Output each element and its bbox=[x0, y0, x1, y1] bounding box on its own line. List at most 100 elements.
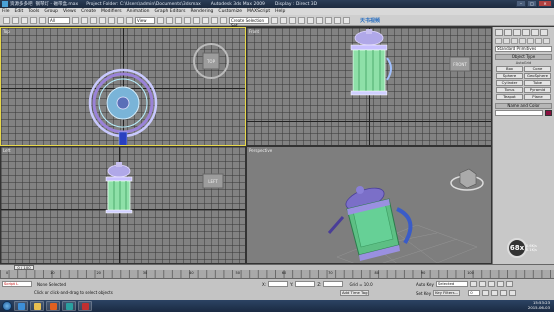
next-frame-icon[interactable] bbox=[496, 281, 504, 287]
maximize-button[interactable]: □ bbox=[527, 0, 537, 7]
motion-tab-icon[interactable] bbox=[522, 29, 530, 36]
menu-group[interactable]: Group bbox=[44, 9, 58, 14]
tube-button[interactable]: Tube bbox=[524, 80, 551, 86]
angle-snap-icon[interactable] bbox=[193, 16, 200, 24]
z-coordinate-field[interactable] bbox=[323, 281, 344, 287]
menu-file[interactable]: File bbox=[2, 9, 10, 14]
auto-key-label[interactable]: Auto Key bbox=[416, 282, 434, 287]
time-config-icon[interactable] bbox=[482, 290, 490, 296]
align-icon[interactable] bbox=[280, 16, 287, 24]
close-button[interactable]: ✕ bbox=[538, 0, 552, 7]
track-bar[interactable]: 0 10 20 30 40 50 60 70 80 90 100 bbox=[0, 270, 554, 279]
select-move-icon[interactable] bbox=[108, 16, 115, 24]
primitive-category-dropdown[interactable]: Standard Primitives bbox=[495, 46, 552, 52]
geometry-icon[interactable] bbox=[495, 38, 502, 44]
material-editor-icon[interactable] bbox=[316, 16, 323, 24]
select-object-icon[interactable] bbox=[72, 16, 79, 24]
menu-create[interactable]: Create bbox=[81, 9, 96, 14]
select-scale-icon[interactable] bbox=[126, 16, 133, 24]
viewcube-front[interactable]: FRONT bbox=[445, 52, 475, 82]
curve-editor-icon[interactable] bbox=[298, 16, 305, 24]
autogrid-checkbox[interactable]: AutoGrid bbox=[495, 61, 552, 65]
orbit-icon[interactable] bbox=[509, 290, 517, 296]
modify-tab-icon[interactable] bbox=[504, 29, 512, 36]
pivot-center-icon[interactable] bbox=[157, 16, 164, 24]
menu-edit[interactable]: Edit bbox=[15, 9, 24, 14]
select-rotate-icon[interactable] bbox=[117, 16, 124, 24]
bind-space-warp-icon[interactable] bbox=[39, 16, 46, 24]
quick-render-icon[interactable] bbox=[343, 16, 350, 24]
taskbar-ie-icon[interactable] bbox=[14, 301, 28, 311]
spinner-snap-icon[interactable] bbox=[211, 16, 218, 24]
taskbar-explorer-icon[interactable] bbox=[30, 301, 44, 311]
cameras-icon[interactable] bbox=[519, 38, 526, 44]
plane-button[interactable]: Plane bbox=[524, 94, 551, 100]
object-type-rollout[interactable]: Object Type bbox=[495, 54, 552, 60]
window-crossing-icon[interactable] bbox=[99, 16, 106, 24]
play-icon[interactable] bbox=[487, 281, 495, 287]
x-coordinate-field[interactable] bbox=[268, 281, 289, 287]
go-to-end-icon[interactable] bbox=[505, 281, 513, 287]
zoom-icon[interactable] bbox=[491, 290, 499, 296]
link-icon[interactable] bbox=[21, 16, 28, 24]
minimize-button[interactable]: – bbox=[516, 0, 526, 7]
viewport-left[interactable]: Left LEFT bbox=[0, 146, 246, 264]
utilities-tab-icon[interactable] bbox=[540, 29, 548, 36]
viewport-top[interactable]: Top TOP bbox=[0, 27, 246, 146]
teapot-button[interactable]: Teapot bbox=[496, 94, 523, 100]
rendered-frame-icon[interactable] bbox=[334, 16, 341, 24]
render-setup-icon[interactable] bbox=[325, 16, 332, 24]
menu-modifiers[interactable]: Modifiers bbox=[101, 9, 122, 14]
named-selection-dropdown[interactable]: Create Selection Set bbox=[229, 16, 269, 28]
cone-button[interactable]: Cone bbox=[524, 66, 551, 72]
pan-icon[interactable] bbox=[500, 290, 508, 296]
viewcube-top[interactable]: TOP bbox=[191, 41, 231, 81]
hierarchy-tab-icon[interactable] bbox=[513, 29, 521, 36]
cylinder-button[interactable]: Cylinder bbox=[496, 80, 523, 86]
taskbar-media-icon[interactable] bbox=[46, 301, 60, 311]
viewcube-left[interactable]: LEFT bbox=[198, 169, 228, 199]
percent-snap-icon[interactable] bbox=[202, 16, 209, 24]
menu-maxscript[interactable]: MAXScript bbox=[247, 9, 270, 14]
lights-icon[interactable] bbox=[511, 38, 518, 44]
unlink-icon[interactable] bbox=[30, 16, 37, 24]
select-manipulate-icon[interactable] bbox=[166, 16, 173, 24]
taskbar-app-icon[interactable] bbox=[78, 301, 92, 311]
menu-tools[interactable]: Tools bbox=[28, 9, 39, 14]
maxscript-listener-field[interactable]: Script L bbox=[2, 281, 32, 287]
schematic-view-icon[interactable] bbox=[307, 16, 314, 24]
key-filters-button[interactable]: Key Filters... bbox=[433, 290, 461, 296]
select-by-name-icon[interactable] bbox=[81, 16, 88, 24]
display-tab-icon[interactable] bbox=[531, 29, 539, 36]
previous-frame-icon[interactable] bbox=[478, 281, 486, 287]
sphere-button[interactable]: Sphere bbox=[496, 73, 523, 79]
start-button[interactable] bbox=[2, 301, 12, 311]
object-name-field[interactable] bbox=[495, 110, 543, 116]
app-icon[interactable] bbox=[2, 1, 8, 7]
viewport-perspective[interactable]: Perspective bbox=[246, 146, 492, 264]
menu-views[interactable]: Views bbox=[63, 9, 76, 14]
geosphere-button[interactable]: GeoSphere bbox=[524, 73, 551, 79]
menu-animation[interactable]: Animation bbox=[127, 9, 150, 14]
reference-coord-dropdown[interactable]: View bbox=[135, 16, 155, 24]
set-key-label[interactable]: Set Key bbox=[416, 291, 431, 296]
menu-graph-editors[interactable]: Graph Editors bbox=[155, 9, 186, 14]
add-time-tag-button[interactable]: Add Time Tag bbox=[340, 290, 370, 296]
keyboard-shortcut-icon[interactable] bbox=[175, 16, 182, 24]
menu-help[interactable]: Help bbox=[275, 9, 285, 14]
selection-region-icon[interactable] bbox=[90, 16, 97, 24]
shapes-icon[interactable] bbox=[503, 38, 510, 44]
systems-icon[interactable] bbox=[543, 38, 550, 44]
edit-named-selection-icon[interactable] bbox=[220, 16, 227, 24]
go-to-start-icon[interactable] bbox=[469, 281, 477, 287]
viewport-front[interactable]: Front FRONT bbox=[246, 27, 492, 146]
space-warps-icon[interactable] bbox=[535, 38, 542, 44]
layer-manager-icon[interactable] bbox=[289, 16, 296, 24]
torus-button[interactable]: Torus bbox=[496, 87, 523, 93]
redo-icon[interactable] bbox=[12, 16, 19, 24]
helpers-icon[interactable] bbox=[527, 38, 534, 44]
key-mode-dropdown[interactable]: Selected bbox=[435, 281, 468, 287]
box-button[interactable]: Box bbox=[496, 66, 523, 72]
menu-customize[interactable]: Customize bbox=[218, 9, 242, 14]
menu-rendering[interactable]: Rendering bbox=[190, 9, 213, 14]
